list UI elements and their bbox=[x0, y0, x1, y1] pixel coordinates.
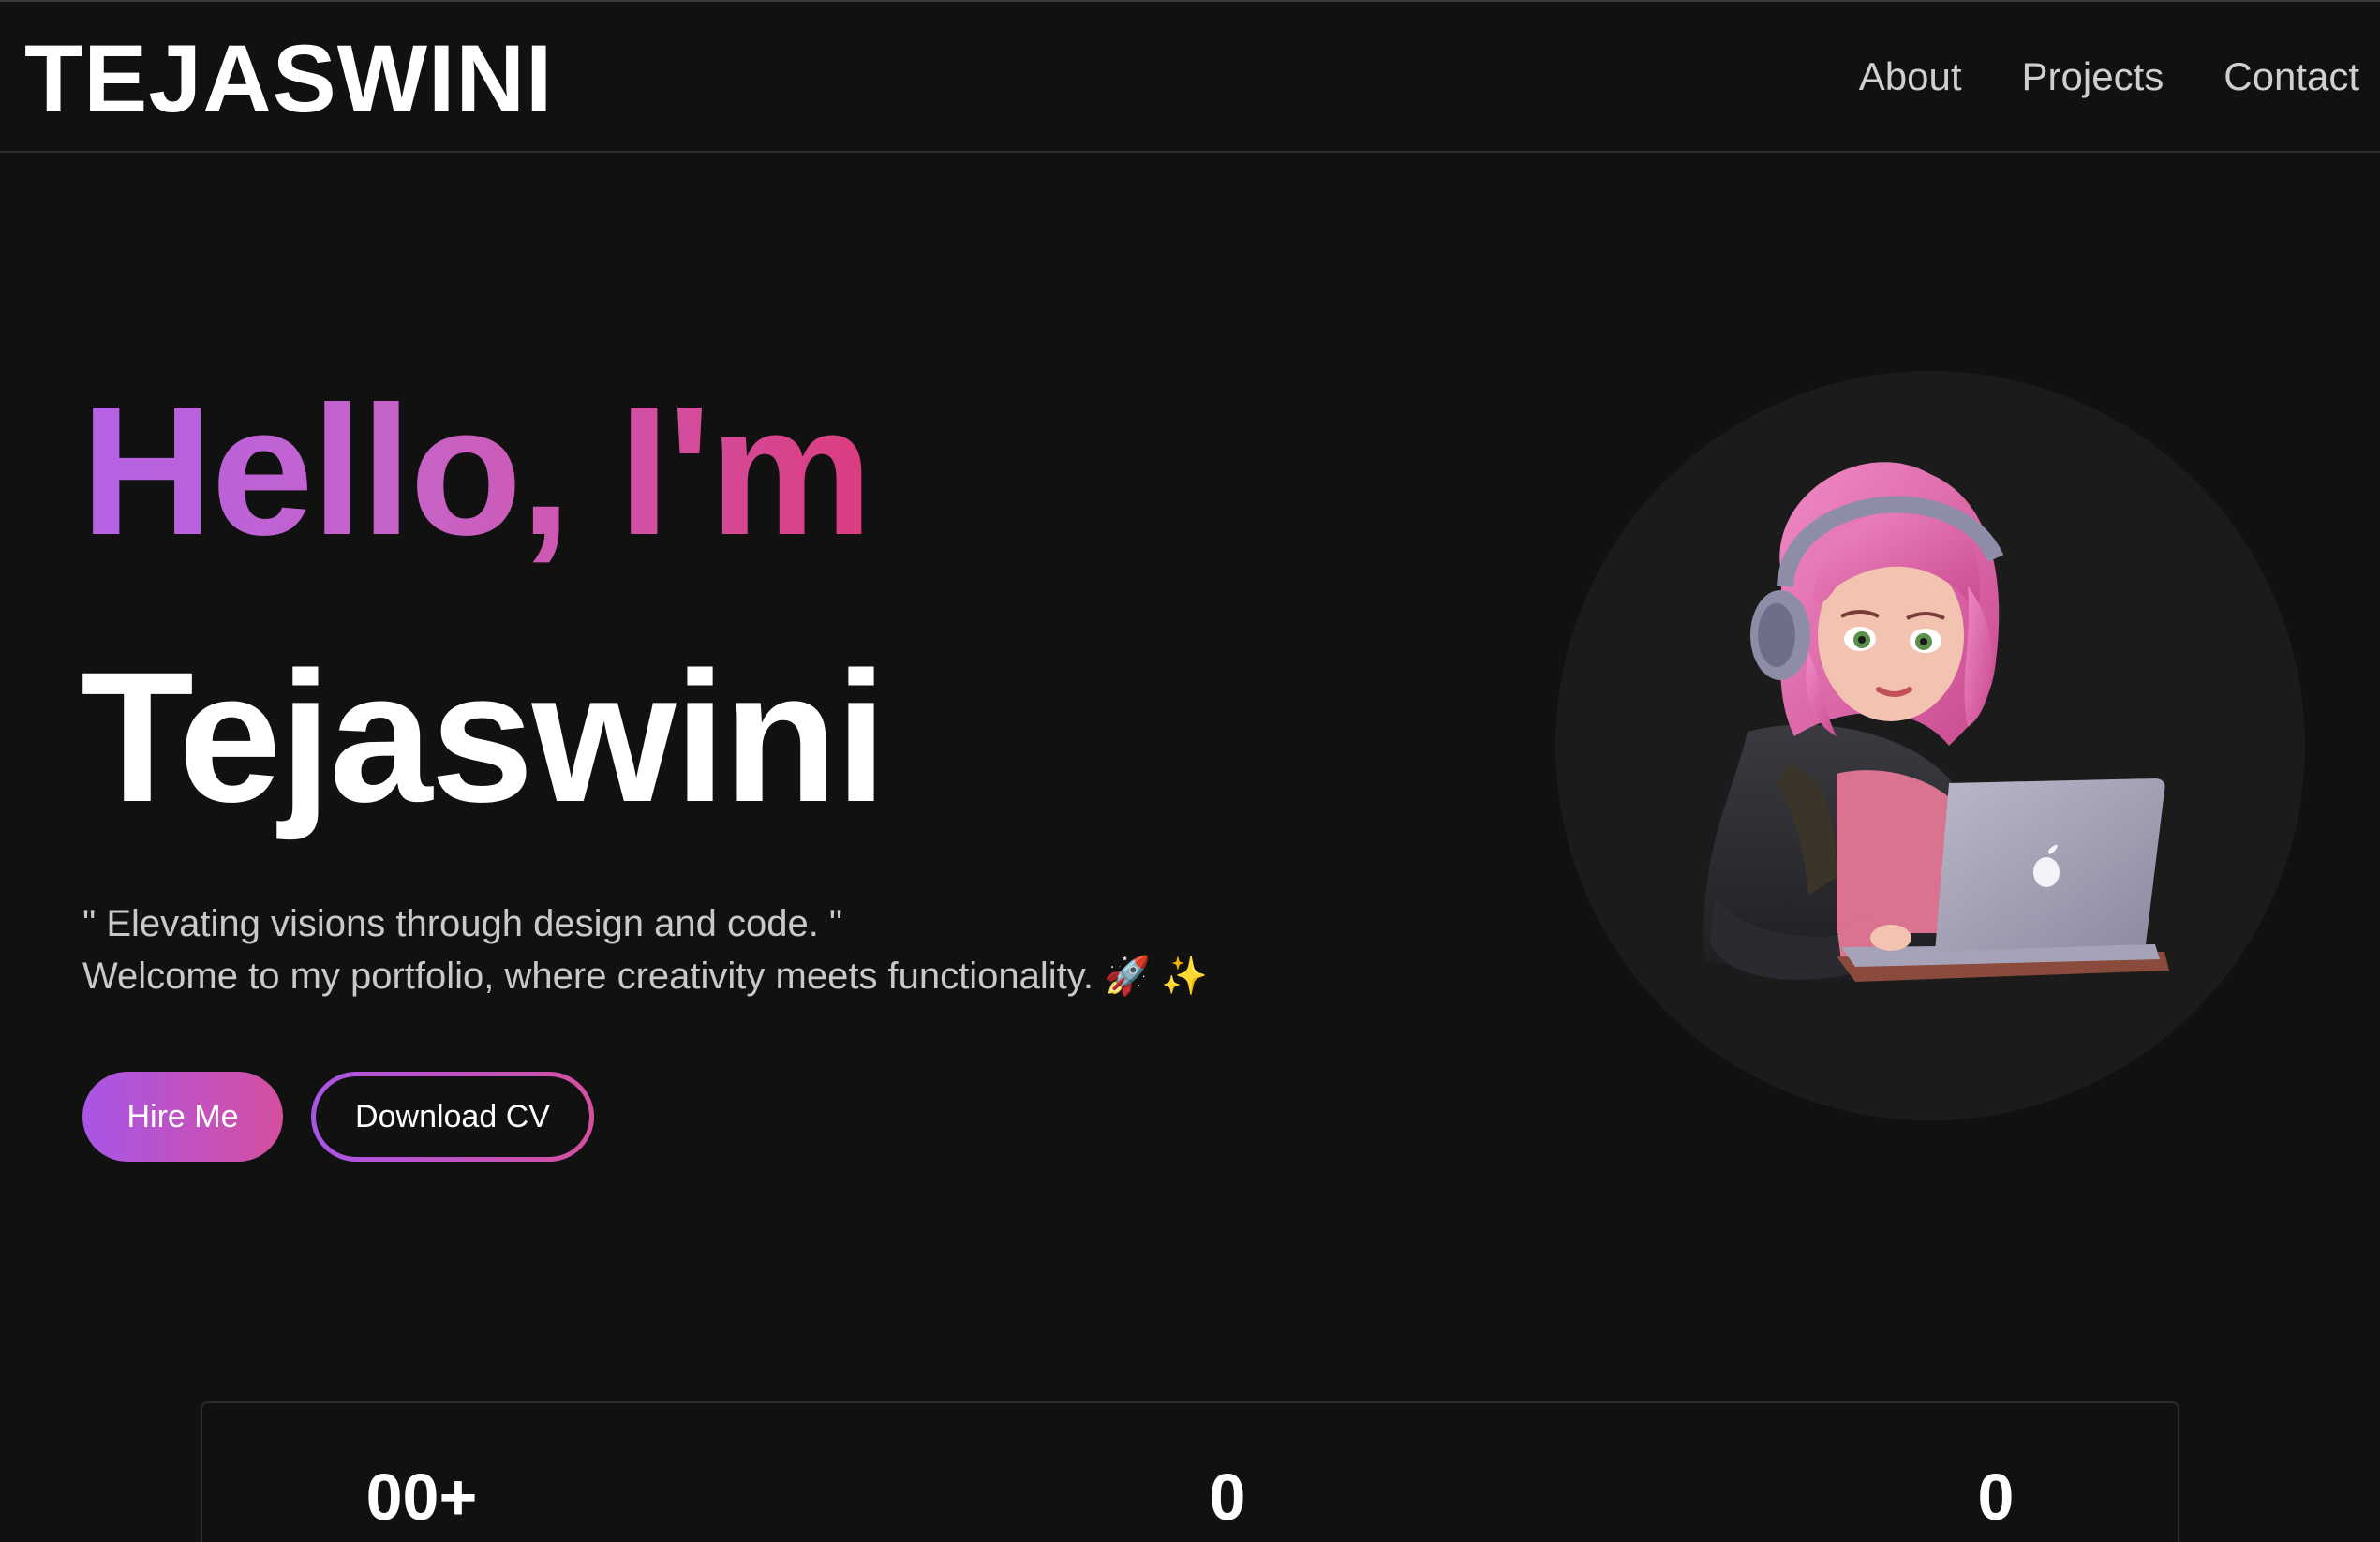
portfolio-page: TEJASWINI About Projects Contact Hello, … bbox=[0, 0, 2380, 1542]
download-cv-button[interactable]: Download CV bbox=[311, 1072, 594, 1162]
hero-tagline: " Elevating visions through design and c… bbox=[82, 897, 1208, 1002]
stat-value-3: 0 bbox=[1977, 1460, 2015, 1534]
stat-value-1: 00+ bbox=[365, 1460, 478, 1534]
navbar: TEJASWINI About Projects Contact bbox=[0, 0, 2380, 153]
nav-link-projects[interactable]: Projects bbox=[2022, 47, 2164, 107]
download-cv-label: Download CV bbox=[316, 1076, 589, 1157]
stat-value-2: 0 bbox=[1209, 1460, 1246, 1534]
hero-name: Tejaswini bbox=[81, 633, 887, 840]
tagline-quote: " Elevating visions through design and c… bbox=[82, 903, 843, 944]
brand-logo-text[interactable]: TEJASWINI bbox=[24, 22, 553, 135]
avatar-backdrop bbox=[1555, 371, 2305, 1120]
avatar-illustration-icon bbox=[1703, 462, 2169, 982]
hire-me-button[interactable]: Hire Me bbox=[82, 1072, 283, 1162]
hero-greeting: Hello, I'm bbox=[81, 363, 872, 579]
nav-links: About Projects Contact bbox=[1859, 47, 2359, 107]
nav-link-about[interactable]: About bbox=[1859, 47, 1962, 107]
nav-link-contact[interactable]: Contact bbox=[2224, 47, 2359, 107]
tagline-welcome: Welcome to my portfolio, where creativit… bbox=[82, 956, 1208, 997]
